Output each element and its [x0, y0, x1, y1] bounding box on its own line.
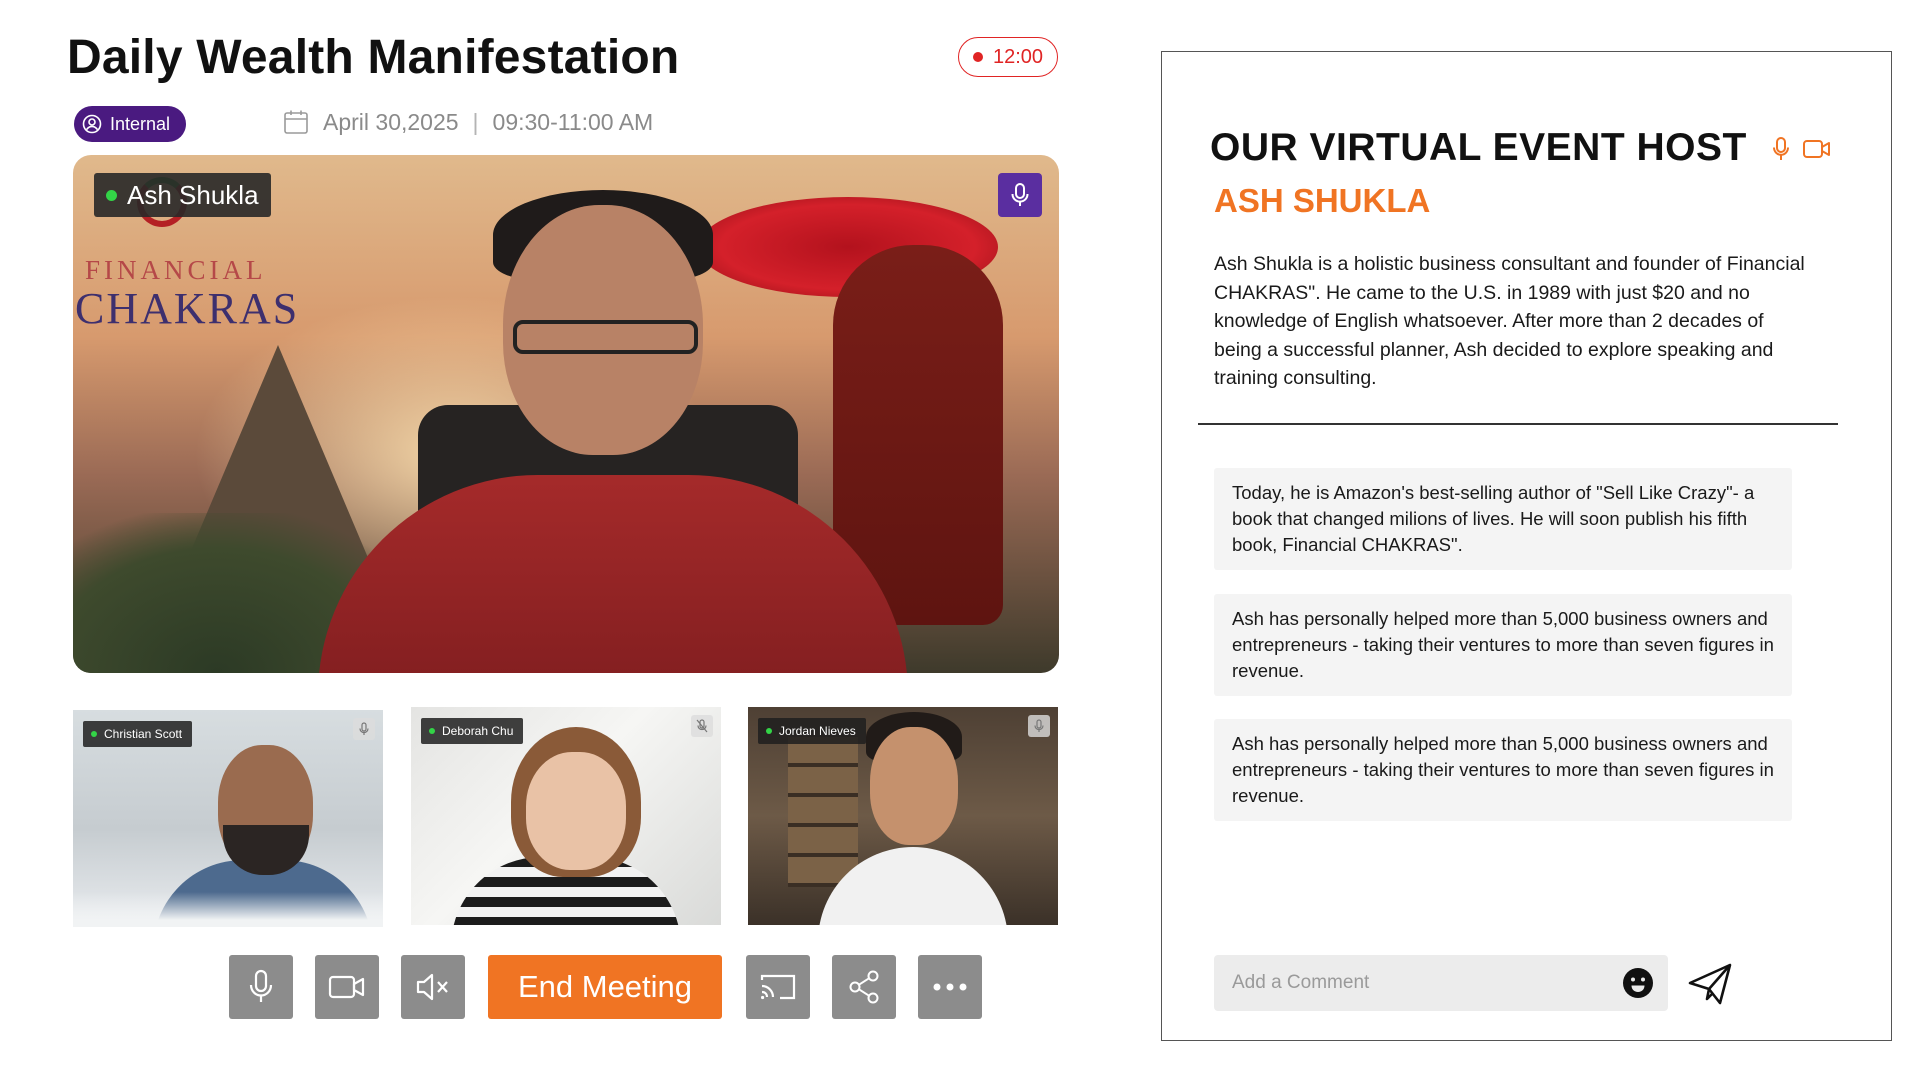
mic-icon [1011, 183, 1029, 206]
mic-off-icon [696, 719, 708, 733]
participant-mic-button[interactable] [1028, 715, 1050, 737]
emoji-icon[interactable] [1622, 967, 1654, 999]
online-status-icon [106, 189, 117, 201]
recording-dot-icon [972, 52, 983, 62]
participant-face [870, 727, 958, 845]
participant-tile-christian-scott[interactable]: Christian Scott [73, 710, 383, 927]
thumb-bookshelf [788, 737, 858, 887]
host-panel-heading: OUR VIRTUAL EVENT HOST [1210, 126, 1747, 169]
online-status-icon [91, 731, 97, 737]
comment-input[interactable] [1232, 972, 1622, 994]
main-speaker-name-tag: Ash Shukla [94, 173, 271, 217]
camera-toggle-button[interactable] [315, 955, 379, 1019]
participant-name: Deborah Chu [442, 724, 514, 738]
logo-text-chakras: CHAKRAS [75, 284, 300, 333]
host-name: ASH SHUKLA [1214, 182, 1431, 219]
share-button[interactable] [832, 955, 896, 1019]
calendar-icon [284, 110, 308, 134]
host-info-panel: OUR VIRTUAL EVENT HOST ASH SHUKLA Ash Sh… [1161, 51, 1892, 1041]
host-bio: Ash Shukla is a holistic business consul… [1214, 253, 1805, 389]
thumb-foreground [73, 892, 383, 927]
participant-mic-button[interactable] [353, 718, 375, 740]
participant-name-tag: Deborah Chu [421, 718, 524, 744]
camera-icon [1803, 140, 1830, 158]
participant-tile-jordan-nieves[interactable]: Jordan Nieves [748, 707, 1058, 925]
host-highlight-card: Today, he is Amazon's best-selling autho… [1214, 468, 1792, 570]
internal-badge: Internal [74, 106, 187, 142]
more-icon [933, 983, 967, 991]
more-options-button[interactable] [918, 955, 982, 1019]
cast-icon [760, 974, 796, 1000]
mic-icon [359, 722, 369, 735]
speaker-mute-button[interactable] [401, 955, 465, 1019]
share-icon [849, 970, 879, 1004]
cast-screen-button[interactable] [746, 955, 810, 1019]
main-speaker-mic-button[interactable] [998, 173, 1042, 217]
host-highlight-card: Ash has personally helped more than 5,00… [1214, 594, 1792, 696]
participant-mic-muted-button[interactable] [691, 715, 713, 737]
send-icon [1688, 963, 1732, 1005]
main-speaker-video[interactable]: FINANCIAL CHAKRAS [73, 155, 1059, 673]
main-speaker-name: Ash Shukla [127, 179, 259, 210]
online-status-icon [429, 728, 435, 734]
comment-box [1214, 955, 1668, 1011]
host-status-icons [1772, 136, 1832, 162]
online-status-icon [766, 728, 772, 734]
mic-toggle-button[interactable] [229, 955, 293, 1019]
host-highlight-card: Ash has personally helped more than 5,00… [1214, 719, 1792, 821]
participant-name: Jordan Nieves [779, 724, 856, 738]
meeting-title: Daily Wealth Manifestation [67, 31, 680, 84]
panel-divider [1198, 423, 1838, 425]
meeting-date: April 30,2025 [323, 108, 459, 135]
logo-text-financial: FINANCIAL [85, 255, 267, 285]
meta-separator: | [472, 108, 479, 135]
participant-name-tag: Christian Scott [83, 721, 193, 747]
user-circle-icon [82, 114, 102, 134]
timer-value: 12:00 [992, 45, 1044, 68]
mic-icon [1034, 719, 1044, 732]
recording-timer: 12:00 [958, 37, 1058, 77]
mic-icon [1773, 137, 1789, 160]
participant-tile-deborah-chu[interactable]: Deborah Chu [411, 707, 721, 925]
mic-icon [249, 969, 273, 1002]
participant-name: Christian Scott [104, 727, 183, 741]
meeting-schedule: April 30,2025 | 09:30-11:00 AM [283, 106, 653, 138]
speaker-mute-icon [416, 973, 448, 1001]
meeting-time: 09:30-11:00 AM [492, 108, 654, 135]
end-meeting-button[interactable]: End Meeting [488, 955, 722, 1019]
send-comment-button[interactable] [1686, 960, 1734, 1008]
participant-name-tag: Jordan Nieves [758, 718, 866, 744]
speaker-glasses [513, 320, 698, 354]
badge-label: Internal [110, 113, 171, 134]
participant-face [526, 752, 626, 870]
camera-icon [328, 975, 365, 999]
